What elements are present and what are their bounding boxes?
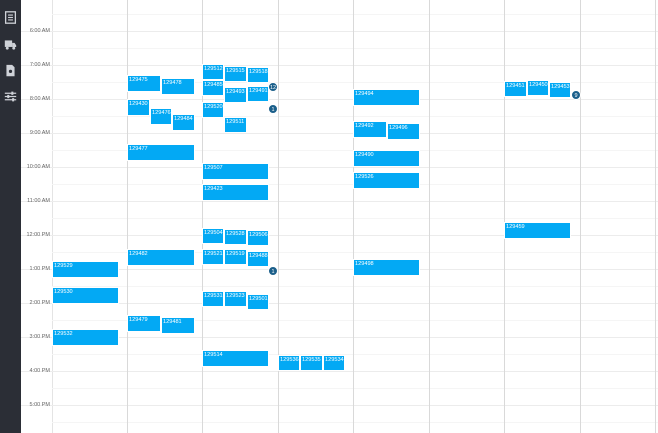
time-label: 3:00 PM	[29, 334, 50, 340]
time-label: 8:00 AM	[29, 96, 50, 102]
list-icon[interactable]	[3, 10, 18, 25]
calendar-event[interactable]: 129477	[127, 144, 195, 161]
calendar-event[interactable]: 129430	[127, 99, 150, 116]
calendar-event[interactable]: 129459	[504, 222, 571, 239]
time-label: 6:00 AM	[29, 28, 50, 34]
calendar-event[interactable]: 129506	[247, 230, 269, 246]
calendar-event[interactable]: 129478	[161, 78, 195, 95]
calendar-event[interactable]: 129491	[247, 86, 269, 102]
calendar-event[interactable]: 129488	[247, 251, 269, 267]
time-label: 10:00 AM	[26, 164, 50, 170]
more-events-badge[interactable]: 1	[268, 266, 278, 276]
time-label: 11:00 AM	[27, 198, 50, 204]
hour-line	[21, 201, 658, 202]
day-column-line	[655, 0, 656, 433]
time-label: 5:00 PM	[29, 402, 50, 408]
calendar-event[interactable]: 129482	[127, 249, 195, 266]
hour-line	[21, 405, 658, 406]
half-hour-line	[52, 14, 658, 15]
calendar-event[interactable]: 129515	[224, 66, 247, 82]
half-hour-line	[52, 48, 658, 49]
half-hour-line	[52, 116, 658, 117]
calendar-event[interactable]: 129494	[353, 89, 420, 106]
time-label: 1:00 PM	[29, 266, 50, 272]
calendar-event[interactable]: 129519	[224, 249, 247, 265]
hour-line	[21, 371, 658, 372]
calendar-event[interactable]: 129520	[202, 102, 224, 118]
calendar-event[interactable]: 129504	[202, 228, 224, 244]
calendar-event[interactable]: 129514	[202, 350, 269, 367]
time-label: 12:00 PM	[26, 232, 50, 238]
calendar-event[interactable]: 129498	[353, 259, 420, 276]
calendar-event[interactable]: 129521	[202, 249, 224, 265]
half-hour-line	[52, 286, 658, 287]
calendar-event[interactable]: 129476	[150, 108, 172, 125]
truck-icon[interactable]	[3, 37, 18, 52]
calendar-event[interactable]: 129529	[52, 261, 119, 278]
sliders-icon[interactable]	[3, 89, 18, 104]
half-hour-line	[52, 388, 658, 389]
calendar-event[interactable]: 129481	[161, 317, 195, 334]
calendar-event[interactable]: 129453	[549, 82, 571, 98]
calendar-event[interactable]: 129534	[323, 355, 345, 371]
calendar-event[interactable]: 129484	[172, 114, 195, 131]
time-label: 7:00 AM	[29, 62, 50, 68]
sidebar	[0, 0, 21, 433]
day-column-line	[504, 0, 505, 433]
more-events-badge[interactable]: 12	[268, 82, 278, 92]
hour-line	[21, 65, 658, 66]
calendar-event[interactable]: 129475	[127, 75, 161, 92]
calendar-event[interactable]: 129536	[278, 355, 300, 371]
calendar-event[interactable]: 129493	[224, 87, 247, 103]
day-column-line	[429, 0, 430, 433]
day-column-line	[353, 0, 354, 433]
calendar-event[interactable]: 129492	[353, 121, 387, 138]
half-hour-line	[52, 422, 658, 423]
calendar-event[interactable]: 129530	[52, 287, 119, 304]
day-column-line	[580, 0, 581, 433]
more-events-badge[interactable]: 1	[268, 104, 278, 114]
calendar-event[interactable]: 129528	[224, 229, 247, 245]
calendar-event[interactable]: 129450	[527, 80, 549, 96]
hour-line	[21, 31, 658, 32]
day-column-line	[127, 0, 128, 433]
calendar-event[interactable]: 129511	[224, 117, 247, 133]
calendar-event[interactable]: 129532	[52, 329, 119, 346]
calendar-week-view: 6:00 AM 7:00 AM 8:00 AM 9:00 AM 10:00 AM…	[21, 0, 658, 433]
document-icon[interactable]	[3, 63, 18, 78]
hour-line	[21, 99, 658, 100]
calendar-event[interactable]: 129490	[353, 150, 420, 167]
calendar-event[interactable]: 129531	[202, 291, 224, 307]
time-label: 4:00 PM	[29, 368, 50, 374]
calendar-event[interactable]: 129518	[247, 67, 269, 83]
calendar-event[interactable]: 129507	[202, 163, 269, 180]
more-events-badge[interactable]: 9	[571, 90, 581, 100]
hour-line	[21, 167, 658, 168]
calendar-event[interactable]: 129501	[247, 294, 269, 310]
calendar-event[interactable]: 129526	[353, 172, 420, 189]
time-label: 9:00 AM	[29, 130, 50, 136]
half-hour-line	[52, 218, 658, 219]
calendar-event[interactable]: 129512	[202, 64, 224, 80]
hour-line	[21, 133, 658, 134]
half-hour-line	[52, 354, 658, 355]
calendar-event[interactable]: 129523	[224, 291, 247, 307]
calendar-event[interactable]: 129423	[202, 184, 269, 201]
calendar-event[interactable]: 129485	[202, 80, 224, 96]
calendar-event[interactable]: 129496	[387, 123, 420, 140]
time-label: 2:00 PM	[29, 300, 50, 306]
calendar-event[interactable]: 129451	[504, 81, 527, 97]
calendar-event[interactable]: 129479	[127, 315, 161, 332]
calendar-event[interactable]: 129535	[300, 355, 323, 371]
